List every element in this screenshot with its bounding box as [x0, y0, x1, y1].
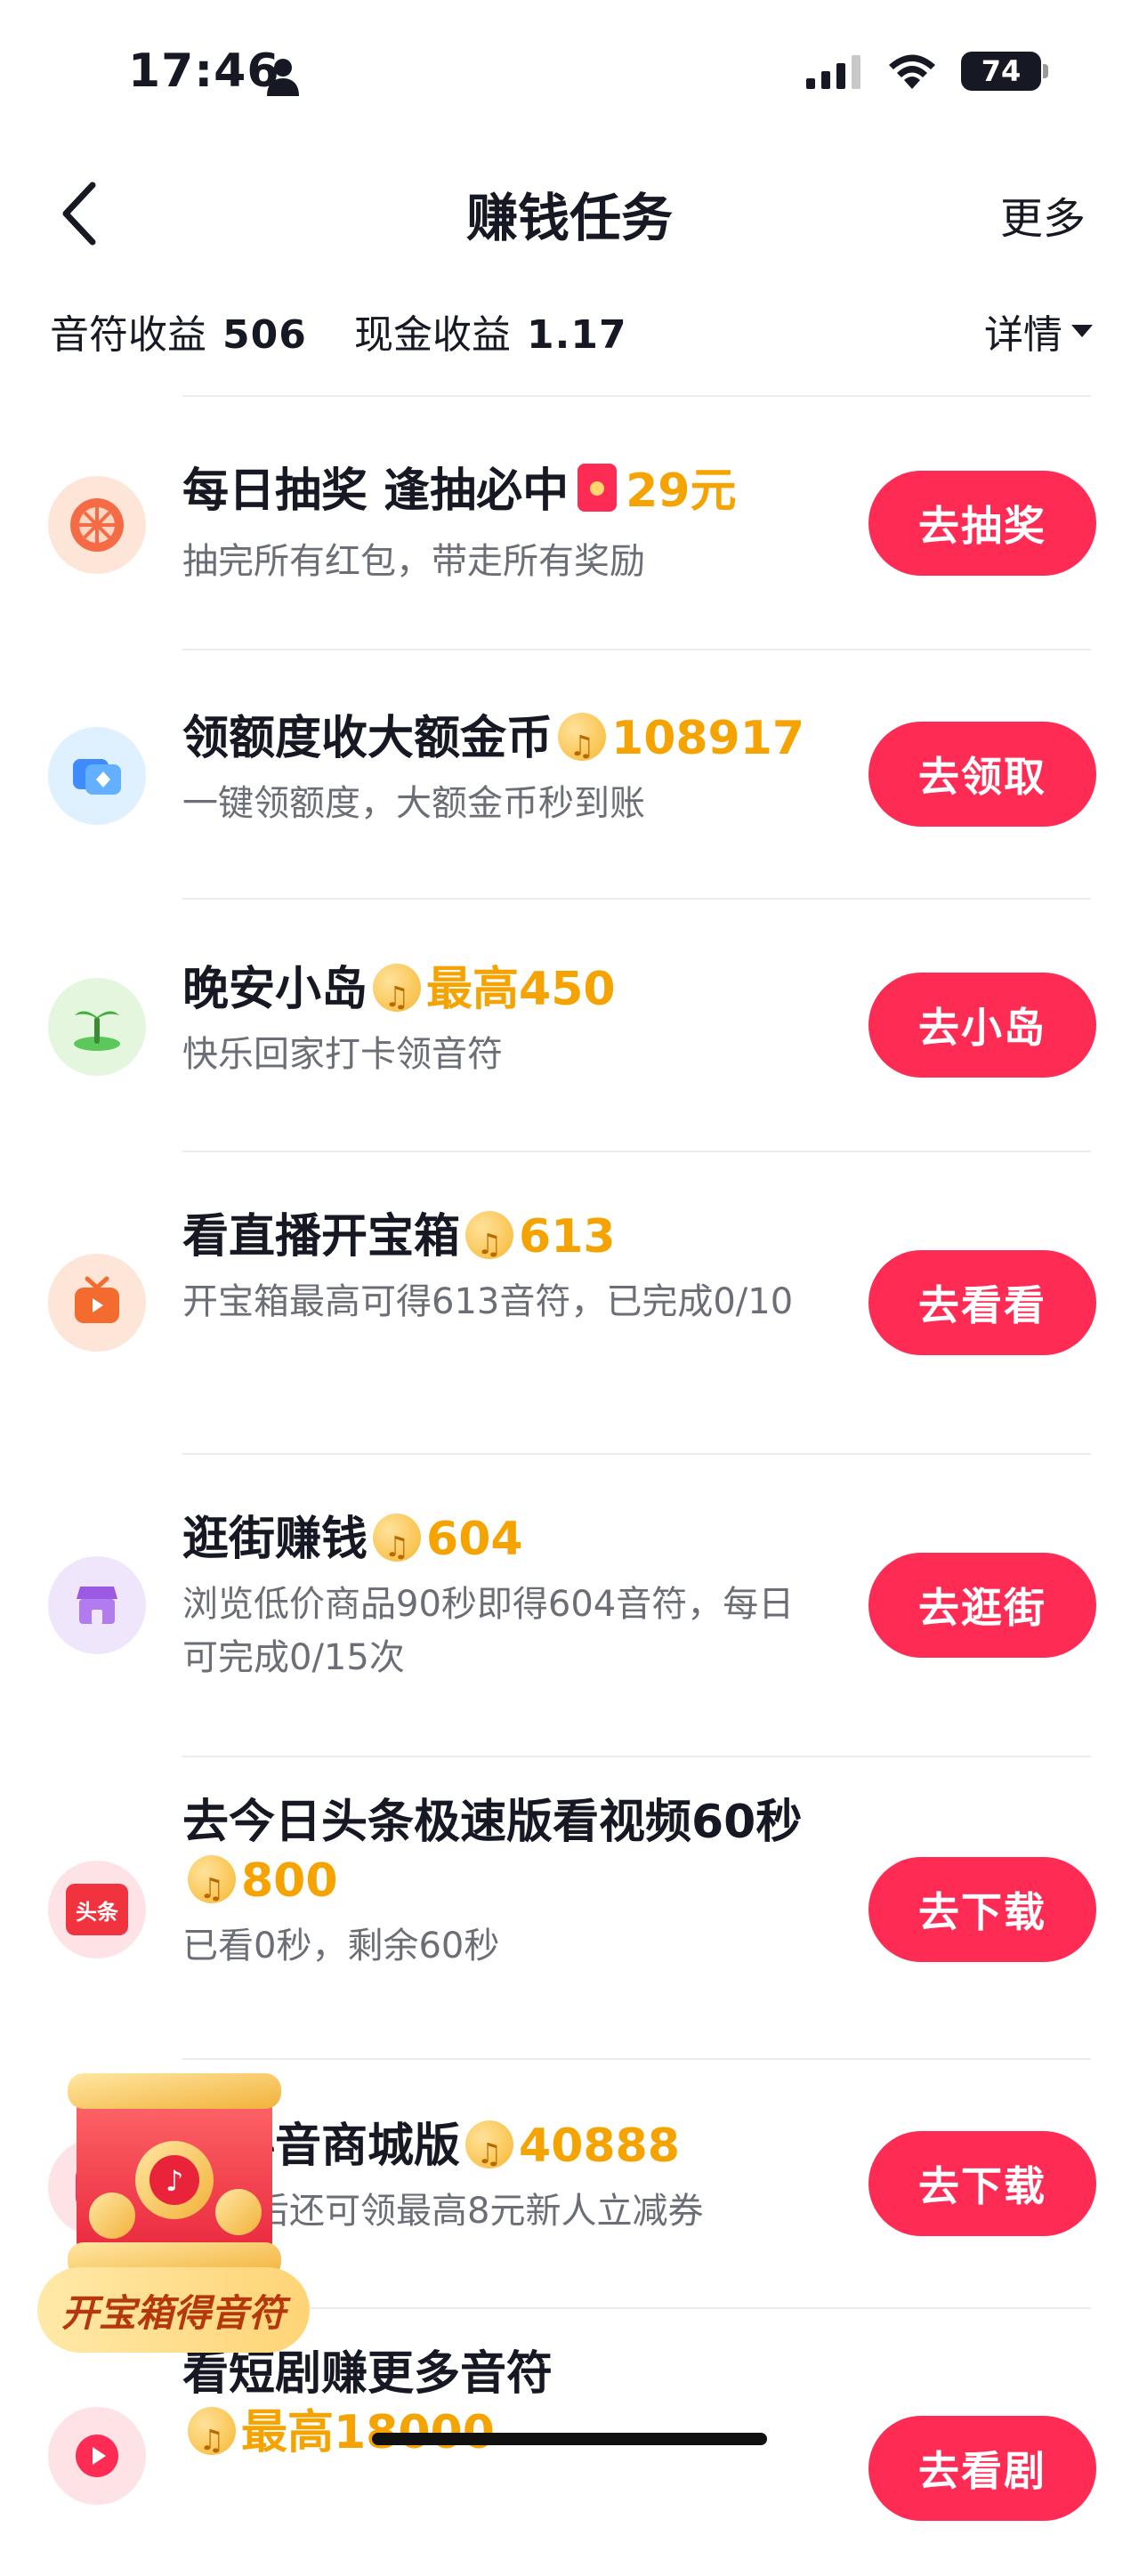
task-title: 晚安小岛 最高450: [182, 960, 805, 1026]
open-chest-label[interactable]: 开宝箱得音符: [37, 2267, 310, 2353]
task-title: 逛街赚钱 604: [182, 1510, 805, 1576]
task-title-text: 领额度收大额金币: [182, 712, 553, 765]
note-coin-icon: [188, 1855, 236, 1918]
task-title-text: 去今日头条极速版看视频60秒: [182, 1796, 803, 1849]
go-watch-button[interactable]: 去看看: [868, 1250, 1096, 1355]
status-bar: 17:46 74: [0, 0, 1139, 151]
note-coin-icon: [373, 1514, 422, 1576]
task-desc: 一键领额度，大额金币秒到账: [182, 783, 645, 824]
go-download-button[interactable]: 去下载: [868, 1857, 1096, 1962]
task-reward: 108917: [611, 712, 805, 765]
task-reward: 最高450: [426, 963, 616, 1016]
task-row: 每日抽奖 逢抽必中 29元 抽完所有红包，带走所有奖励 去抽奖: [0, 396, 1139, 650]
island-icon: [48, 978, 146, 1076]
task-row: 逛街赚钱 604 浏览低价商品90秒即得604音符，每日可完成0/15次 去逛街: [0, 1455, 1139, 1757]
task-reward: 40888: [519, 2120, 680, 2173]
go-claim-button[interactable]: 去领取: [868, 722, 1096, 827]
red-packet-icon: [578, 464, 618, 512]
page-title: 赚钱任务: [465, 188, 673, 248]
shop-icon: [48, 1556, 146, 1654]
task-reward: 604: [426, 1513, 523, 1566]
detail-dropdown[interactable]: 详情: [984, 303, 1093, 359]
task-title: 去今日头条极速版看视频60秒800: [182, 1793, 823, 1918]
battery-cap: [1043, 64, 1048, 78]
task-title: 看直播开宝箱 613: [182, 1207, 805, 1273]
go-shopping-button[interactable]: 去逛街: [868, 1553, 1096, 1658]
home-indicator: [372, 2433, 767, 2445]
task-desc: 抽完所有红包，带走所有奖励: [182, 541, 645, 582]
task-title-text: 晚安小岛: [182, 963, 368, 1016]
go-island-button[interactable]: 去小岛: [868, 973, 1096, 1078]
task-title: 每日抽奖 逢抽必中 29元: [182, 462, 805, 521]
person-icon: [267, 59, 299, 96]
more-button[interactable]: 更多: [1000, 183, 1086, 246]
earnings-summary: 音符收益 506 现金收益 1.17 详情: [0, 294, 1139, 365]
signal-icon: [806, 55, 860, 89]
cash-earnings-value: 1.17: [527, 312, 627, 358]
battery-icon: 74: [961, 52, 1048, 91]
quota-card-icon: [48, 727, 146, 825]
toutiao-icon: 头条: [48, 1861, 146, 1958]
task-title: 领额度收大额金币 108917: [182, 709, 805, 775]
cash-earnings: 现金收益 1.17: [354, 303, 627, 359]
task-title-text: 看短剧赚更多音符: [182, 2347, 553, 2401]
task-title-text: 看直播开宝箱: [182, 1210, 461, 1264]
task-desc: 快乐回家打卡领音符: [182, 1034, 503, 1075]
task-title-text: 每日抽奖 逢抽必中: [182, 464, 570, 518]
task-desc: 开宝箱最高可得613音符，已完成0/10: [182, 1281, 794, 1322]
task-title-text: 逛街赚钱: [182, 1513, 368, 1566]
task-row: 晚安小岛 最高450 快乐回家打卡领音符 去小岛: [0, 900, 1139, 1152]
note-coin-icon: [373, 964, 422, 1026]
live-tv-icon: [48, 1254, 146, 1352]
note-coin-icon: [188, 2407, 236, 2469]
lottery-wheel-icon: [48, 476, 146, 574]
detail-label: 详情: [984, 312, 1062, 358]
task-desc: 已看0秒，剩余60秒: [182, 1926, 500, 1966]
toutiao-logo: 头条: [66, 1884, 128, 1935]
task-row: 头条 去今日头条极速版看视频60秒800 已看0秒，剩余60秒 去下载: [0, 1757, 1139, 2060]
task-row: 领额度收大额金币 108917 一键领额度，大额金币秒到账 去领取: [0, 650, 1139, 900]
go-watch-drama-button[interactable]: 去看剧: [868, 2416, 1096, 2521]
status-right: 74: [806, 52, 1048, 91]
task-row: 看直播开宝箱 613 开宝箱最高可得613音符，已完成0/10 去看看: [0, 1152, 1139, 1455]
short-drama-icon: [48, 2407, 146, 2505]
go-download-button[interactable]: 去下载: [868, 2131, 1096, 2236]
nav-bar: 赚钱任务 更多: [0, 151, 1139, 267]
notes-earnings-label: 音符收益: [50, 312, 206, 358]
task-reward: 613: [519, 1210, 616, 1264]
wifi-icon: [889, 54, 935, 89]
note-coin-icon: [558, 713, 607, 775]
task-desc: 浏览低价商品90秒即得604音符，每日可完成0/15次: [182, 1584, 795, 1678]
svg-text:♪: ♪: [166, 2164, 183, 2198]
task-reward: 29元: [626, 464, 737, 518]
battery-level: 74: [981, 54, 1022, 88]
go-lottery-button[interactable]: 去抽奖: [868, 471, 1096, 576]
note-coin-icon: [465, 2120, 514, 2183]
status-time: 17:46: [128, 44, 280, 98]
notes-earnings: 音符收益 506: [50, 303, 307, 359]
caret-down-icon: [1071, 325, 1093, 337]
notes-earnings-value: 506: [222, 312, 307, 358]
note-coin-icon: [465, 1211, 514, 1273]
task-reward: 800: [241, 1854, 338, 1908]
cash-earnings-label: 现金收益: [354, 312, 511, 358]
